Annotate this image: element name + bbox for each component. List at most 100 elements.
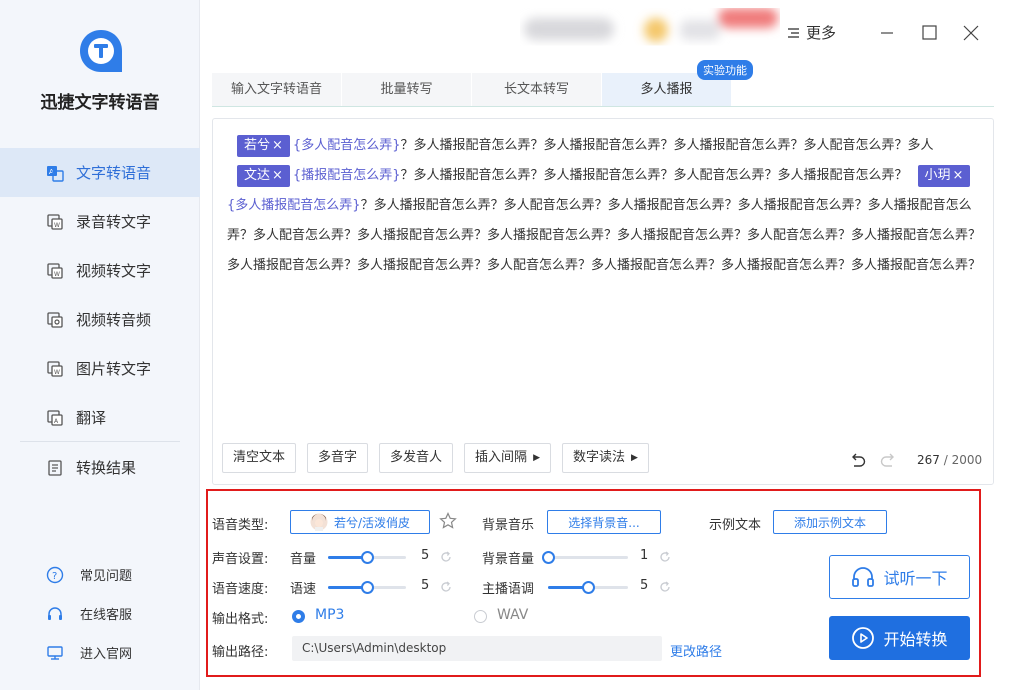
support-link-label: 在线客服: [80, 608, 133, 623]
remove-speaker-icon[interactable]: ×: [272, 138, 283, 153]
text-to-speech-icon: A: [46, 164, 64, 182]
monitor-icon: [46, 644, 64, 662]
start-button-label: 开始转换: [883, 630, 948, 649]
segment-text: {播报配音怎么弄}: [292, 168, 401, 183]
add-sample-button[interactable]: 添加示例文本: [773, 510, 887, 534]
multi-speaker-button[interactable]: 多发音人: [379, 443, 454, 473]
editor-content[interactable]: 若兮 × {多人配音怎么弄}？多人播报配音怎么弄？多人播报配音怎么弄？多人播报配音怎…: [227, 131, 983, 281]
speed-value: 5: [421, 578, 430, 593]
output-path-field[interactable]: C:\Users\Admin\desktop: [292, 636, 662, 661]
speaker-name: 小玥: [924, 168, 951, 183]
support-link[interactable]: 在线客服: [0, 594, 200, 633]
sidebar-item-recording-to-text[interactable]: W 录音转文字: [0, 197, 200, 246]
sidebar-item-video-to-audio[interactable]: 视频转音频: [0, 295, 200, 344]
speed-section-label: 语音速度:: [212, 582, 269, 597]
reset-icon[interactable]: [440, 551, 452, 563]
speed-slider[interactable]: [328, 581, 406, 594]
char-counter: 267 / 2000: [917, 453, 982, 467]
remove-speaker-icon[interactable]: ×: [953, 168, 964, 183]
star-icon[interactable]: [439, 512, 457, 534]
speed-label: 语速: [290, 582, 317, 597]
change-path-link[interactable]: 更改路径: [670, 641, 722, 660]
app-title: 迅捷文字转语音: [40, 93, 160, 113]
segment-text-value: 多人配音怎么弄: [301, 138, 393, 153]
more-label: 更多: [806, 24, 837, 42]
svg-text:?: ?: [52, 571, 57, 582]
maximize-icon[interactable]: [918, 22, 940, 44]
sidebar-item-video-to-text[interactable]: W 视频转文字: [0, 246, 200, 295]
remove-speaker-icon[interactable]: ×: [272, 168, 283, 183]
number-reading-label: 数字读法: [572, 450, 625, 465]
redo-icon[interactable]: [879, 453, 897, 469]
svg-text:W: W: [54, 271, 60, 278]
svg-text:W: W: [54, 369, 60, 376]
undo-icon[interactable]: [849, 453, 867, 469]
bg-volume-slider-handle[interactable]: [542, 551, 555, 564]
format-mp3-radio[interactable]: [292, 610, 305, 623]
voice-type-label: 语音类型:: [212, 518, 269, 533]
format-wav-label[interactable]: WAV: [497, 607, 528, 623]
speaker-chip[interactable]: 若兮 ×: [237, 135, 290, 157]
start-convert-button[interactable]: 开始转换: [829, 616, 970, 660]
bg-volume-slider[interactable]: [542, 551, 628, 564]
svg-text:W: W: [54, 222, 60, 229]
char-limit: / 2000: [943, 453, 983, 467]
listen-button[interactable]: 试听一下: [829, 555, 970, 599]
recording-to-text-icon: W: [46, 213, 64, 231]
polyphone-button[interactable]: 多音字: [307, 443, 369, 473]
headset-icon: [46, 605, 64, 623]
close-icon[interactable]: [960, 22, 982, 44]
speaker-name: 文达: [244, 168, 271, 183]
number-reading-button[interactable]: 数字读法 ▶: [561, 443, 649, 473]
sidebar-item-translate[interactable]: A 翻译: [0, 393, 200, 442]
minimize-icon[interactable]: [876, 22, 898, 44]
reset-icon[interactable]: [440, 581, 452, 593]
tone-slider[interactable]: [548, 581, 628, 594]
sidebar-item-text-to-speech[interactable]: A 文字转语音: [0, 148, 200, 197]
segment-text-value: 多人播报配音怎么弄: [235, 198, 353, 213]
sidebar-divider: [20, 441, 180, 442]
volume-slider-handle[interactable]: [361, 551, 374, 564]
reset-icon[interactable]: [659, 581, 671, 593]
editor-toolbar: 清空文本 多音字 多发音人 插入间隔 ▶ 数字读法 ▶: [222, 443, 660, 473]
bg-volume-value: 1: [640, 548, 649, 563]
reset-icon[interactable]: [659, 551, 671, 563]
tab-batch[interactable]: 批量转写: [342, 73, 472, 106]
select-bgm-button[interactable]: 选择背景音...: [547, 510, 661, 534]
help-link[interactable]: ? 常见问题: [0, 555, 200, 594]
bg-volume-label: 背景音量: [482, 552, 535, 567]
video-to-audio-icon: [46, 311, 64, 329]
more-menu-button[interactable]: 更多: [786, 22, 836, 43]
sidebar-item-results[interactable]: 转换结果: [0, 443, 200, 492]
plain-text: ？多人播报配音怎么弄？多人播报配音怎么弄？多人播报配音怎么弄？多人配音怎么弄？多…: [400, 138, 934, 153]
speaker-chip[interactable]: 文达 ×: [237, 165, 290, 187]
tab-long-text[interactable]: 长文本转写: [472, 73, 602, 106]
website-link[interactable]: 进入官网: [0, 633, 200, 672]
format-wav-radio[interactable]: [474, 610, 487, 623]
format-mp3-label[interactable]: MP3: [315, 607, 344, 623]
bgm-label: 背景音乐: [482, 518, 535, 533]
tone-value: 5: [640, 578, 649, 593]
output-format-label: 输出格式:: [212, 612, 269, 627]
speaker-chip[interactable]: 小玥 ×: [917, 165, 971, 187]
sample-text-label: 示例文本: [709, 518, 762, 533]
help-link-label: 常见问题: [80, 569, 133, 584]
tone-label: 主播语调: [482, 582, 535, 597]
tab-bar: 输入文字转语音 批量转写 长文本转写 多人播报: [212, 73, 994, 107]
app-logo-icon: [78, 28, 124, 74]
sound-settings-label: 声音设置:: [212, 552, 269, 567]
speed-slider-handle[interactable]: [361, 581, 374, 594]
insert-pause-button[interactable]: 插入间隔 ▶: [464, 443, 551, 473]
sidebar: 迅捷文字转语音 A 文字转语音 W 录音转文字 W 视频转文字 视频转音频 W …: [0, 0, 200, 690]
voice-type-button[interactable]: 若兮/活泼俏皮: [290, 510, 430, 534]
sidebar-item-label: 图片转文字: [76, 360, 152, 378]
sidebar-item-image-to-text[interactable]: W 图片转文字: [0, 344, 200, 393]
clear-text-button[interactable]: 清空文本: [222, 443, 297, 473]
char-count: 267: [917, 453, 940, 467]
tab-input-text[interactable]: 输入文字转语音: [212, 73, 342, 106]
tone-slider-handle[interactable]: [582, 581, 595, 594]
sidebar-nav-secondary: 转换结果: [0, 443, 200, 492]
text-editor[interactable]: 若兮 × {多人配音怎么弄}？多人播报配音怎么弄？多人播报配音怎么弄？多人播报配音怎…: [212, 118, 994, 485]
volume-slider[interactable]: [328, 551, 406, 564]
output-path-label: 输出路径:: [212, 645, 269, 660]
